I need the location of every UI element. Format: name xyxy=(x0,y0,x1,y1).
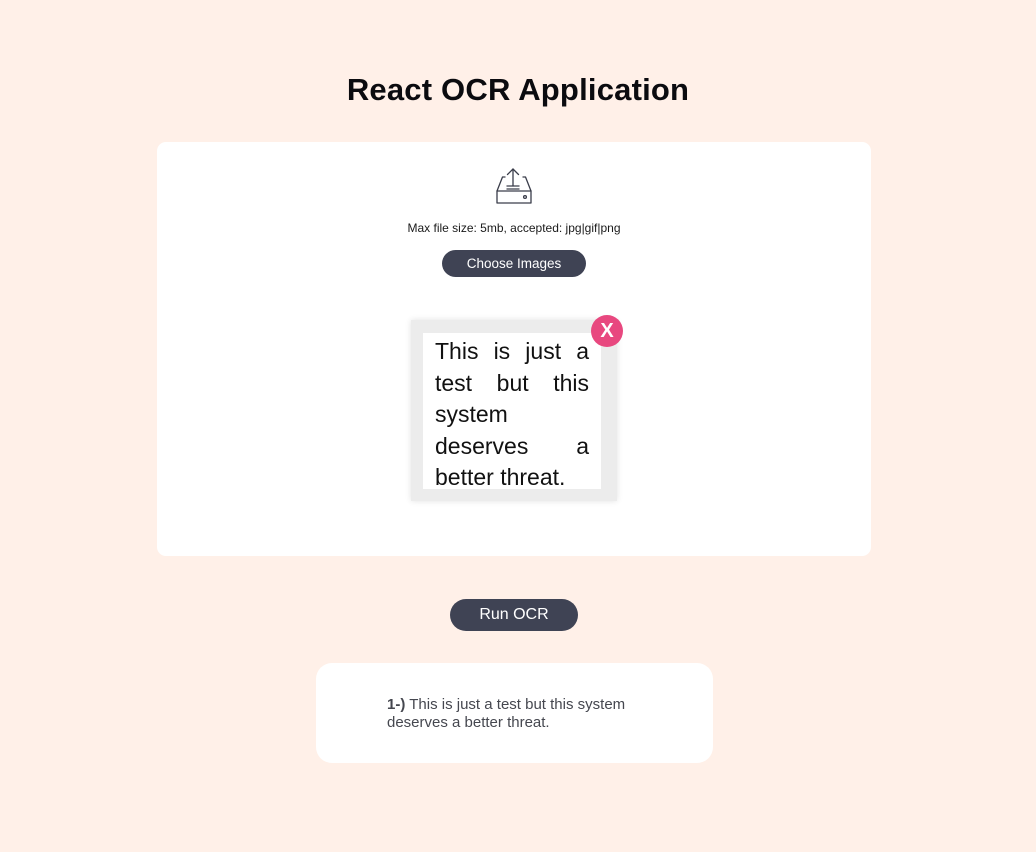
image-preview: This is just a test but this system dese… xyxy=(411,320,617,501)
choose-images-button[interactable]: Choose Images xyxy=(442,250,586,277)
preview-image-text: This is just a test but this system dese… xyxy=(423,333,601,490)
remove-image-button[interactable]: X xyxy=(591,315,623,347)
upload-tray-icon xyxy=(494,166,534,208)
result-text: This is just a test but this system dese… xyxy=(387,696,626,731)
result-item: 1-) This is just a test but this system … xyxy=(387,696,677,732)
run-ocr-button[interactable]: Run OCR xyxy=(450,599,578,631)
upload-dropzone[interactable]: Max file size: 5mb, accepted: jpg|gif|pn… xyxy=(157,142,871,556)
file-size-hint: Max file size: 5mb, accepted: jpg|gif|pn… xyxy=(407,221,621,235)
ocr-result-card: 1-) This is just a test but this system … xyxy=(316,663,713,763)
page-title: React OCR Application xyxy=(346,72,690,107)
result-index: 1-) xyxy=(387,696,406,713)
